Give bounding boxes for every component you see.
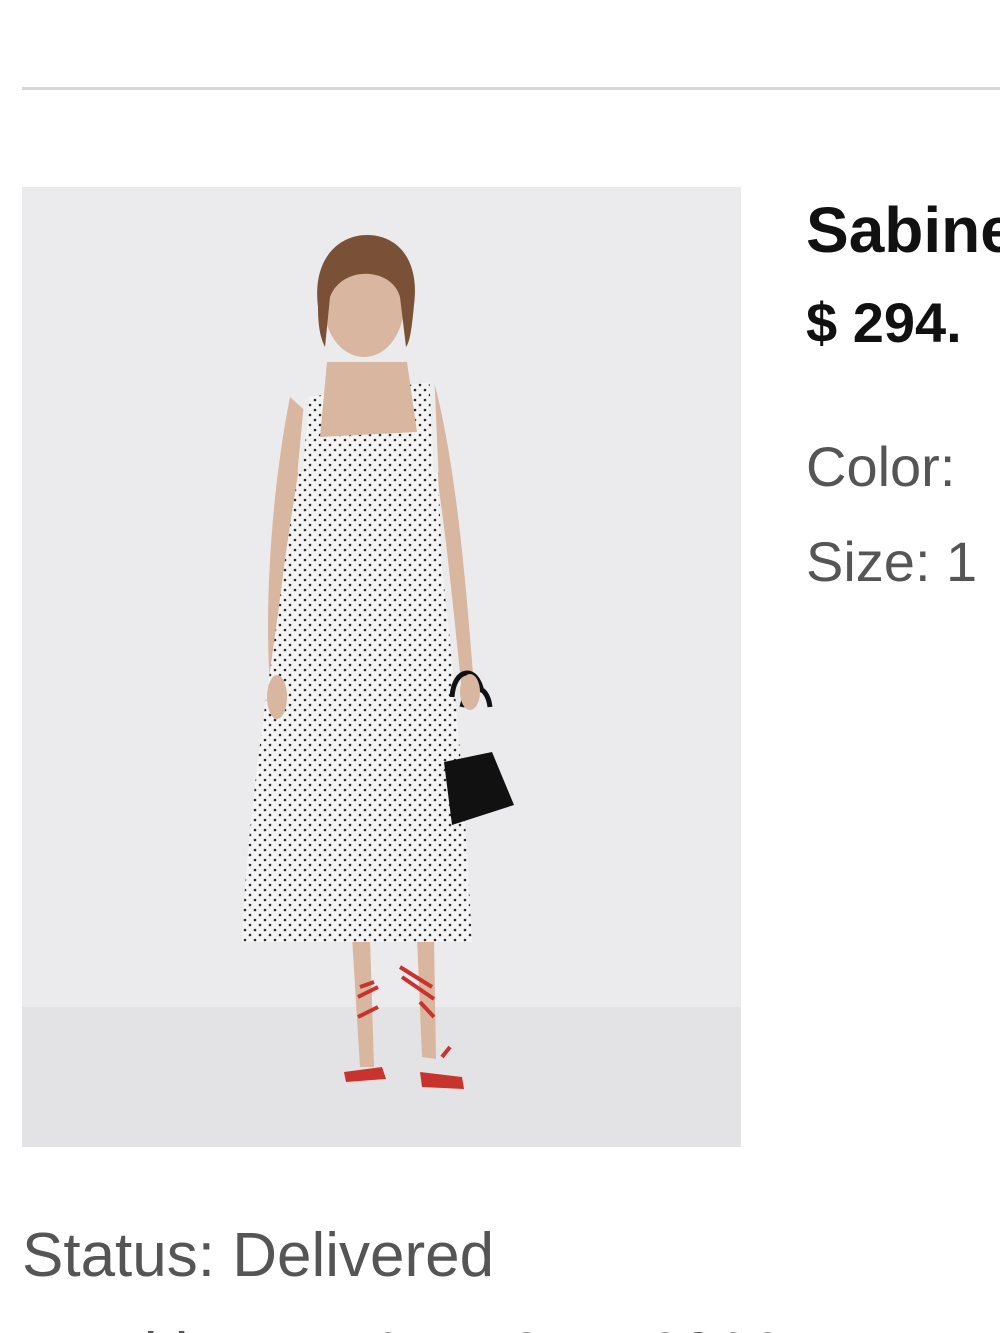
order-status: Status: Delivered <box>22 1218 494 1294</box>
neckline-skin <box>320 362 417 437</box>
product-image[interactable] <box>22 187 741 1147</box>
product-details: Sabine $ 294. Color: Size: 1 <box>806 190 1000 610</box>
tracking-value[interactable]: 0754275563005 <box>371 1321 819 1333</box>
tracking-label: Tracking ID: <box>22 1321 354 1333</box>
tracking-id: Tracking ID: 0754275563005 <box>22 1318 819 1333</box>
product-photo-illustration <box>22 187 741 1147</box>
status-value: Delivered <box>232 1221 495 1290</box>
product-size: Size: 1 <box>806 530 978 593</box>
product-color: Color: <box>806 435 956 498</box>
status-label: Status: <box>22 1221 215 1290</box>
product-name[interactable]: Sabine <box>806 190 1000 270</box>
product-price: $ 294. <box>806 291 962 354</box>
order-item-page: Sabine $ 294. Color: Size: 1 Status: Del… <box>0 0 1000 1333</box>
left-hand <box>267 675 287 719</box>
right-hand <box>460 674 480 710</box>
top-divider <box>22 87 1000 90</box>
